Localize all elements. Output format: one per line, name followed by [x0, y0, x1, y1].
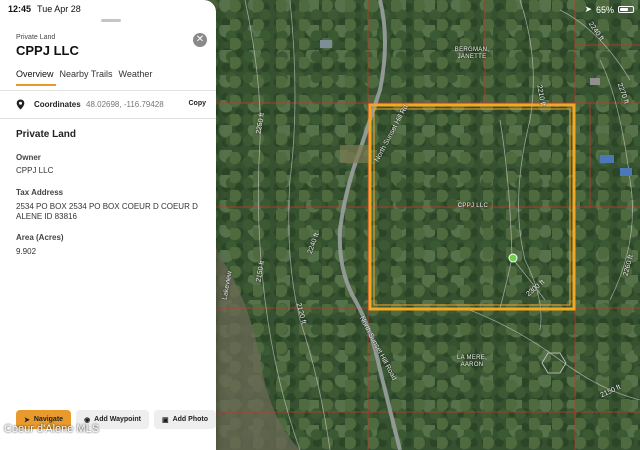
location-pin-icon [16, 99, 25, 112]
status-bar-time: 12:45 Tue Apr 28 [8, 4, 81, 14]
add-photo-button[interactable]: ▣ Add Photo [153, 410, 216, 429]
divider [0, 90, 216, 91]
panel-tabs: Overview Nearby Trails Weather [16, 69, 152, 79]
add-photo-label: Add Photo [172, 416, 208, 423]
close-button[interactable]: ✕ [193, 33, 207, 47]
status-bar-right: ➤ 65% [584, 4, 634, 15]
panel-grabber-handle[interactable] [101, 19, 121, 22]
coordinates-value: 48.02698, -116.79428 [86, 100, 164, 109]
close-icon: ✕ [195, 34, 205, 45]
mls-watermark: Coeur d'Alene MLS [4, 423, 100, 435]
section-title: Private Land [16, 129, 77, 140]
tax-address-value: 2534 PO BOX 2534 PO BOX COEUR D COEUR D … [16, 202, 198, 221]
area-value: 9.902 [16, 247, 37, 256]
tax-address-label: Tax Address [16, 188, 64, 197]
tab-nearby-trails[interactable]: Nearby Trails [60, 69, 113, 79]
location-arrow-icon: ➤ [584, 4, 592, 14]
panel-subtitle: Private Land [16, 34, 56, 41]
parcel-label-bergman: BERGMAN, JANETTE [454, 47, 490, 60]
add-waypoint-label: Add Waypoint [94, 416, 141, 423]
location-pin-marker[interactable] [508, 253, 518, 263]
active-tab-indicator [16, 84, 56, 86]
tab-overview[interactable]: Overview [16, 69, 54, 79]
copy-coordinates-button[interactable]: Copy [189, 100, 207, 107]
owner-label: Owner [16, 153, 41, 162]
coordinates-label: Coordinates [34, 100, 81, 109]
status-time: 12:45 [8, 4, 32, 14]
parcel-label-cppj: CPPJ LLC [457, 203, 489, 209]
camera-icon: ▣ [161, 416, 169, 424]
navigate-label: Navigate [33, 416, 64, 423]
status-date: Tue Apr 28 [37, 4, 81, 14]
coordinates-row: Coordinates 48.02698, -116.79428 Copy [16, 99, 208, 111]
divider [0, 118, 216, 119]
tab-weather[interactable]: Weather [119, 69, 153, 79]
parcel-label-lamere: LA MERE, AARON [456, 355, 488, 368]
area-label: Area (Acres) [16, 233, 64, 242]
parcel-detail-panel: Private Land CPPJ LLC ✕ Overview Nearby … [0, 0, 216, 450]
owner-value: CPPJ LLC [16, 166, 54, 175]
battery-icon [618, 6, 634, 13]
panel-title: CPPJ LLC [16, 43, 79, 58]
battery-percent: 65% [595, 4, 614, 15]
